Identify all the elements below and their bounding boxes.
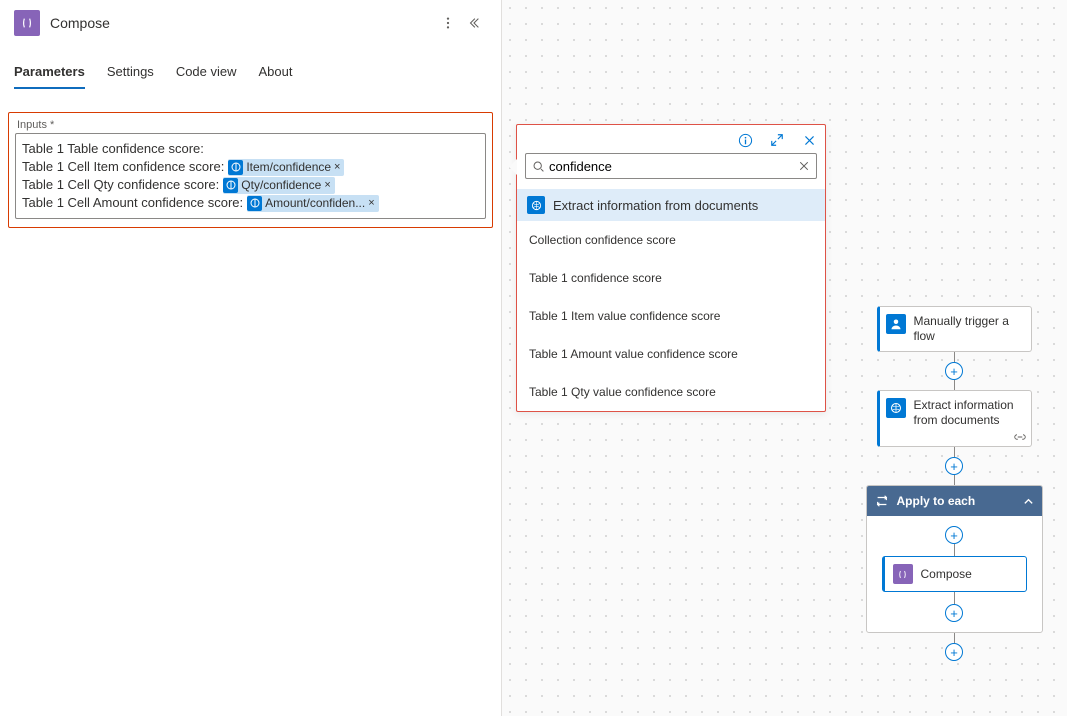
loop-header[interactable]: Apply to each xyxy=(867,486,1042,516)
flow-column: Manually trigger a flow + Extract inform… xyxy=(874,306,1034,661)
dynamic-content-picker: Extract information from documents Colle… xyxy=(516,124,826,412)
add-step-button[interactable]: + xyxy=(945,643,963,661)
doc-ai-icon xyxy=(886,398,906,418)
tab-settings[interactable]: Settings xyxy=(107,58,154,89)
add-step-button[interactable]: + xyxy=(945,457,963,475)
connector xyxy=(954,633,955,643)
token-item-confidence[interactable]: Item/confidence × xyxy=(228,159,344,176)
loop-apply-to-each: Apply to each + Compose + xyxy=(866,485,1043,633)
collapse-icon[interactable] xyxy=(461,10,487,36)
popup-toolbar xyxy=(517,125,825,153)
card-label: Extract information from documents xyxy=(914,398,1023,428)
search-input-wrap xyxy=(525,153,817,179)
loop-title: Apply to each xyxy=(897,494,976,508)
search-icon xyxy=(532,160,545,173)
connector xyxy=(954,544,955,556)
card-compose-inner[interactable]: Compose xyxy=(882,556,1027,592)
picker-section-title: Extract information from documents xyxy=(553,198,758,213)
tab-codeview[interactable]: Code view xyxy=(176,58,237,89)
input-text: Table 1 Cell Qty confidence score: xyxy=(22,176,219,194)
doc-ai-icon xyxy=(527,196,545,214)
card-label: Compose xyxy=(921,567,972,581)
tab-parameters[interactable]: Parameters xyxy=(14,58,85,89)
chevron-up-icon[interactable] xyxy=(1023,496,1034,507)
link-icon xyxy=(1014,432,1026,442)
picker-section-header[interactable]: Extract information from documents xyxy=(517,189,825,221)
panel-title: Compose xyxy=(50,15,435,31)
info-icon[interactable] xyxy=(735,130,755,150)
person-icon xyxy=(886,314,906,334)
token-amount-confidence[interactable]: Amount/confiden... × xyxy=(247,195,379,212)
popup-caret xyxy=(509,159,517,175)
compose-icon xyxy=(893,564,913,584)
token-qty-confidence[interactable]: Qty/confidence × xyxy=(223,177,334,194)
connector xyxy=(954,592,955,604)
input-text: Table 1 Cell Amount confidence score: xyxy=(22,194,243,212)
add-step-button[interactable]: + xyxy=(945,362,963,380)
token-icon xyxy=(228,160,243,175)
input-text: Table 1 Table confidence score: xyxy=(22,140,204,158)
picker-item[interactable]: Table 1 confidence score xyxy=(517,259,825,297)
inputs-label: Inputs * xyxy=(15,119,486,133)
card-label: Manually trigger a flow xyxy=(914,314,1023,344)
inputs-textarea[interactable]: Table 1 Table confidence score: Table 1 … xyxy=(15,133,486,219)
expand-icon[interactable] xyxy=(767,130,787,150)
close-icon[interactable] xyxy=(799,130,819,150)
connector xyxy=(954,352,955,362)
token-remove-icon[interactable]: × xyxy=(334,158,340,176)
token-icon xyxy=(223,178,238,193)
token-label: Amount/confiden... xyxy=(265,194,365,212)
connector xyxy=(954,475,955,485)
panel-header: Compose xyxy=(0,0,501,46)
token-icon xyxy=(247,196,262,211)
card-extract[interactable]: Extract information from documents xyxy=(877,390,1032,447)
token-label: Qty/confidence xyxy=(241,176,321,194)
picker-item[interactable]: Table 1 Qty value confidence score xyxy=(517,373,825,411)
picker-item[interactable]: Table 1 Amount value confidence score xyxy=(517,335,825,373)
add-step-button[interactable]: + xyxy=(945,604,963,622)
tabs: Parameters Settings Code view About xyxy=(0,58,501,90)
clear-search-icon[interactable] xyxy=(798,160,810,172)
input-text: Table 1 Cell Item confidence score: xyxy=(22,158,224,176)
connector xyxy=(954,380,955,390)
panel-compose: Compose Parameters Settings Code view Ab… xyxy=(0,0,502,716)
add-step-button[interactable]: + xyxy=(945,526,963,544)
token-label: Item/confidence xyxy=(246,158,331,176)
inputs-section: Inputs * Table 1 Table confidence score:… xyxy=(8,112,493,228)
loop-body: + Compose + xyxy=(867,516,1042,632)
compose-icon xyxy=(14,10,40,36)
token-remove-icon[interactable]: × xyxy=(368,194,374,212)
picker-item[interactable]: Collection confidence score xyxy=(517,221,825,259)
connector xyxy=(954,447,955,457)
tab-about[interactable]: About xyxy=(259,58,293,89)
more-icon[interactable] xyxy=(435,10,461,36)
picker-item[interactable]: Table 1 Item value confidence score xyxy=(517,297,825,335)
loop-icon xyxy=(875,494,889,508)
card-trigger[interactable]: Manually trigger a flow xyxy=(877,306,1032,352)
token-remove-icon[interactable]: × xyxy=(324,176,330,194)
search-input[interactable] xyxy=(545,159,798,174)
